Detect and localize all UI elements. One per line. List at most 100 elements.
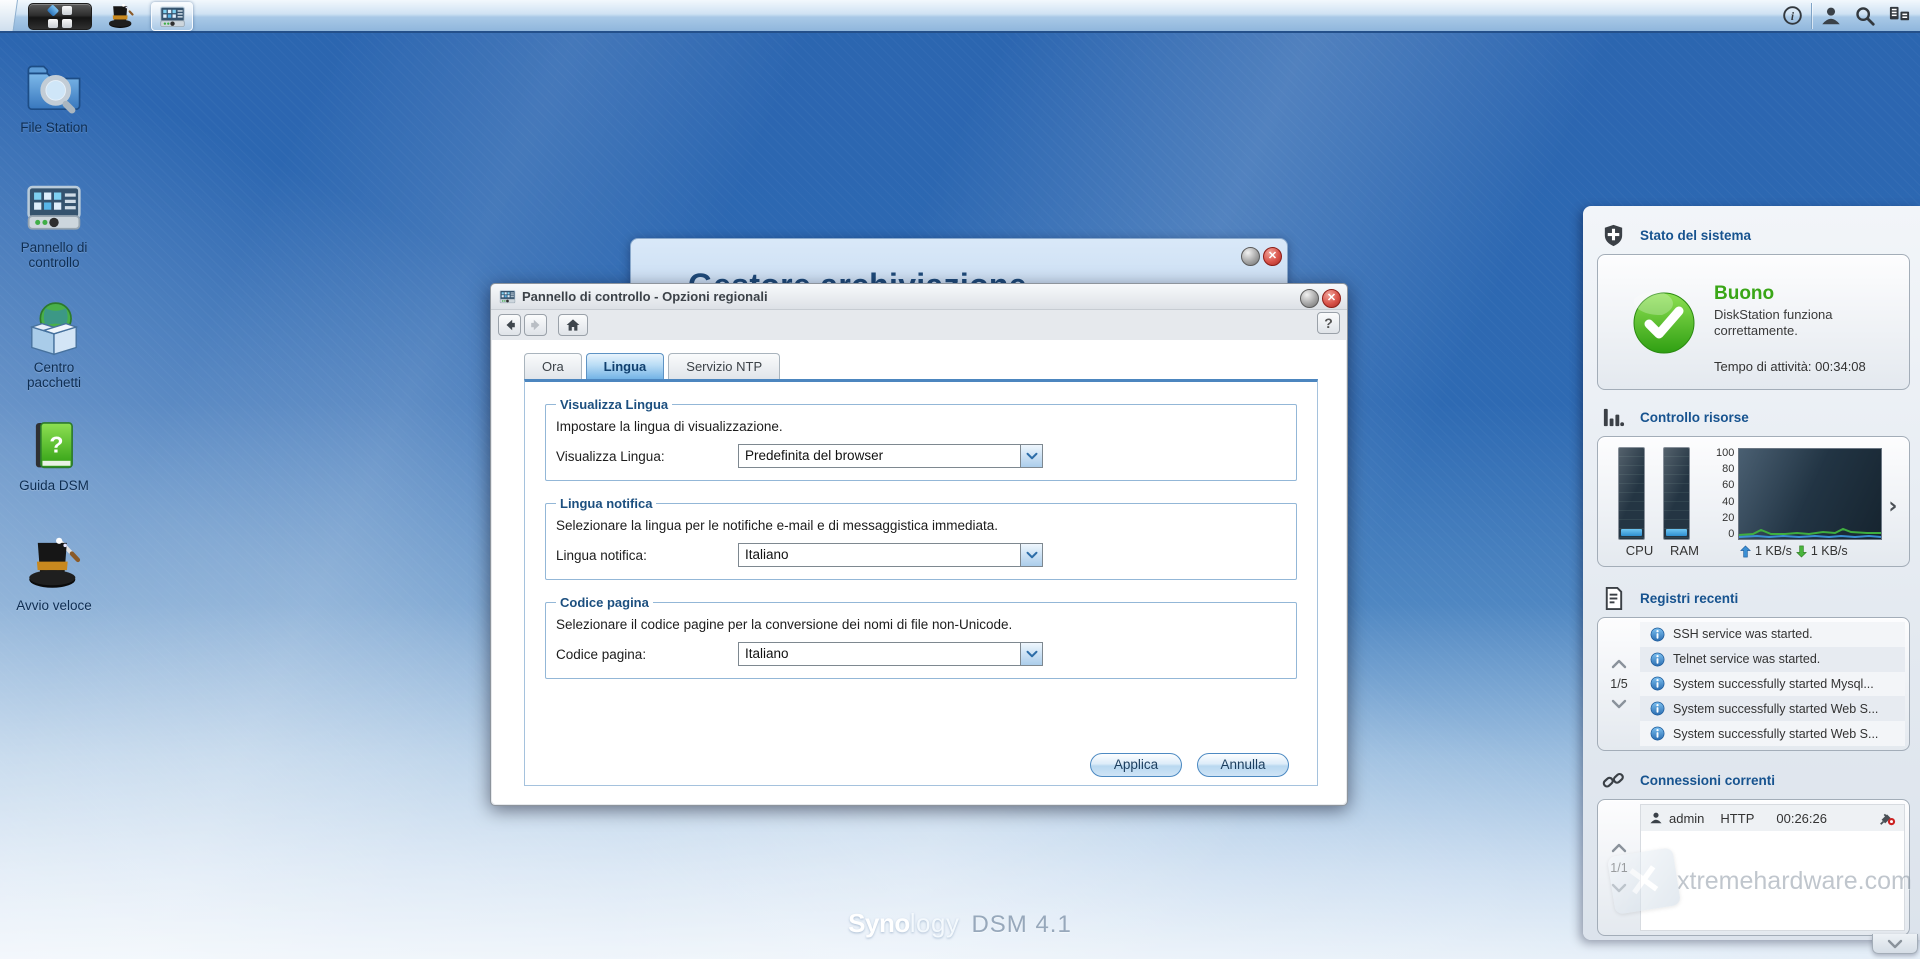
- search-icon: [1854, 5, 1876, 27]
- chevron-down-icon: [1887, 939, 1903, 949]
- info-icon: [1782, 5, 1803, 26]
- disconnect-icon[interactable]: [1878, 809, 1896, 827]
- field-label: Codice pagina:: [556, 647, 738, 662]
- forward-icon: [529, 318, 543, 332]
- pilot-view-button[interactable]: [1882, 0, 1916, 31]
- tab-lingua[interactable]: Lingua: [586, 353, 665, 379]
- cpu-gauge: CPU: [1618, 447, 1661, 566]
- forward-button[interactable]: [524, 314, 547, 336]
- window-titlebar[interactable]: Pannello di controllo - Opzioni regional…: [491, 284, 1347, 310]
- log-row[interactable]: System successfully started Mysql...: [1640, 672, 1905, 697]
- back-icon: [503, 318, 517, 332]
- log-row[interactable]: Telnet service was started.: [1640, 647, 1905, 672]
- cancel-button[interactable]: Annulla: [1197, 753, 1289, 777]
- quick-start-icon: [25, 536, 83, 594]
- help-button[interactable]: ?: [1317, 312, 1340, 334]
- control-panel-icon: [25, 178, 83, 236]
- fieldset-description: Selezionare il codice pagine per la conv…: [556, 617, 1288, 632]
- connections-card: 1/1 admin HTTP 00:26:26: [1597, 799, 1910, 936]
- info-icon: [1650, 676, 1665, 691]
- close-button[interactable]: [1263, 247, 1282, 266]
- close-button[interactable]: [1322, 289, 1341, 308]
- codepage-select[interactable]: Italiano: [738, 642, 1043, 666]
- network-legend: 1 KB/s 1 KB/s: [1708, 544, 1882, 558]
- status-ok-icon: [1632, 291, 1696, 355]
- logs-pager: 1/5: [1598, 618, 1640, 750]
- status-value: Buono: [1714, 283, 1774, 305]
- log-row[interactable]: System successfully started Web S...: [1640, 721, 1905, 746]
- desktop-icon-file-station[interactable]: File Station: [8, 58, 100, 135]
- desktop-icon-control-panel[interactable]: Pannello di controllo: [8, 178, 100, 270]
- fieldset-legend: Lingua notifica: [556, 496, 656, 511]
- shield-icon: [1601, 223, 1626, 248]
- connection-row[interactable]: admin HTTP 00:26:26: [1641, 805, 1904, 831]
- desktop: File Station Pannello di controllo Centr…: [0, 0, 1920, 959]
- home-icon: [565, 317, 581, 333]
- taskbar: [0, 0, 1920, 33]
- info-icon: [1650, 726, 1665, 741]
- ram-gauge: RAM: [1663, 447, 1706, 566]
- file-station-icon: [25, 58, 83, 116]
- control-panel-icon: [499, 288, 516, 305]
- chevron-down-icon[interactable]: [1020, 643, 1042, 665]
- info-icon: [1650, 627, 1665, 642]
- connections-list: admin HTTP 00:26:26: [1640, 804, 1905, 931]
- status-message: DiskStation funziona correttamente.: [1714, 307, 1884, 339]
- desktop-icon-package-center[interactable]: Centro pacchetti: [8, 298, 100, 390]
- fieldset-legend: Visualizza Lingua: [556, 397, 672, 412]
- tab-ora[interactable]: Ora: [524, 353, 582, 379]
- chevron-down-icon[interactable]: [1020, 445, 1042, 467]
- fieldset-codepage: Codice pagina Selezionare il codice pagi…: [545, 595, 1297, 679]
- chevron-down-icon[interactable]: [1020, 544, 1042, 566]
- minimize-button[interactable]: [1300, 289, 1319, 308]
- back-button[interactable]: [498, 314, 521, 336]
- desktop-icon-quick-start[interactable]: Avvio veloce: [8, 536, 100, 613]
- widgets-sidebar: Stato del sistema Buono DiskStation funz…: [1583, 206, 1920, 940]
- desktop-icon-dsm-help[interactable]: Guida DSM: [8, 418, 100, 493]
- control-panel-icon: [159, 3, 186, 30]
- show-desktop-button[interactable]: [0, 0, 18, 31]
- fieldset-legend: Codice pagina: [556, 595, 653, 610]
- next-page-chevron[interactable]: ›: [1888, 494, 1897, 519]
- pilot-view-icon: [1888, 4, 1911, 27]
- search-button[interactable]: [1848, 0, 1882, 31]
- resource-monitor-header[interactable]: Controllo risorse: [1583, 404, 1920, 430]
- info-icon: [1650, 652, 1665, 667]
- chain-link-icon: [1601, 768, 1626, 793]
- log-row[interactable]: SSH service was started.: [1640, 622, 1905, 647]
- taskbar-control-panel-button[interactable]: [151, 2, 193, 31]
- main-menu-button[interactable]: [28, 3, 92, 30]
- bar-chart-icon: [1601, 405, 1626, 430]
- page-up-icon[interactable]: [1611, 843, 1627, 853]
- window-toolbar: ?: [491, 310, 1347, 340]
- apply-button[interactable]: Applica: [1090, 753, 1182, 777]
- tab-panel: Visualizza Lingua Impostare la lingua di…: [524, 379, 1318, 786]
- control-panel-window: Pannello di controllo - Opzioni regional…: [490, 283, 1348, 806]
- system-status-header[interactable]: Stato del sistema: [1583, 222, 1920, 248]
- document-icon: [1601, 586, 1626, 611]
- user-icon: [1649, 811, 1663, 825]
- log-row[interactable]: System successfully started Web S...: [1640, 696, 1905, 721]
- page-down-icon[interactable]: [1611, 883, 1627, 893]
- user-button[interactable]: [1814, 0, 1848, 31]
- recent-logs-header[interactable]: Registri recenti: [1583, 585, 1920, 611]
- taskbar-quick-start-button[interactable]: [101, 2, 141, 31]
- info-button[interactable]: [1775, 0, 1809, 31]
- minimize-button[interactable]: [1241, 247, 1260, 266]
- tab-servizio-ntp[interactable]: Servizio NTP: [668, 353, 780, 379]
- display-language-select[interactable]: Predefinita del browser: [738, 444, 1043, 468]
- main-menu-icon: [48, 6, 72, 28]
- page-up-icon[interactable]: [1611, 659, 1627, 669]
- info-icon: [1650, 701, 1665, 716]
- uptime-label: Tempo di attività: 00:34:08: [1714, 359, 1866, 374]
- dsm-help-icon: [26, 418, 82, 474]
- home-button[interactable]: [558, 314, 588, 336]
- sidebar-collapse-button[interactable]: [1872, 934, 1918, 954]
- recent-logs-card: 1/5 SSH service was started. Telnet serv…: [1597, 617, 1910, 751]
- connections-header[interactable]: Connessioni correnti: [1583, 767, 1920, 793]
- network-graph: [1738, 448, 1882, 540]
- page-down-icon[interactable]: [1611, 699, 1627, 709]
- notification-language-select[interactable]: Italiano: [738, 543, 1043, 567]
- user-icon: [1820, 5, 1842, 27]
- upload-arrow-icon: [1739, 545, 1752, 558]
